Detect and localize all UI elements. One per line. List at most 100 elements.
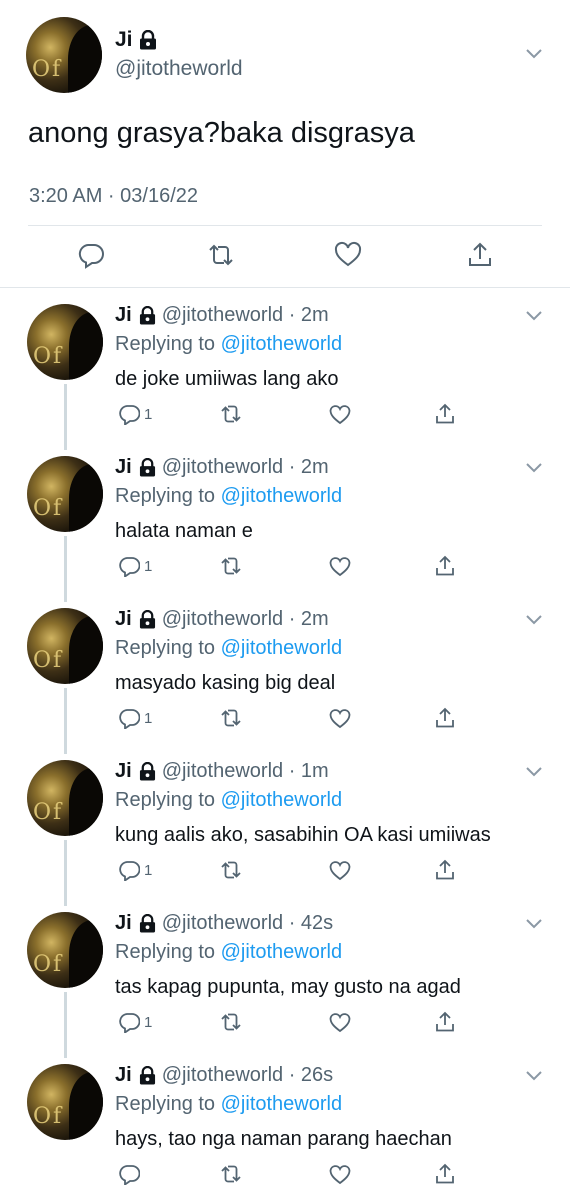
mention-link[interactable]: @jitotheworld [221,485,342,507]
retweet-action[interactable] [220,1162,242,1186]
like-action[interactable] [329,858,351,882]
avatar[interactable]: Of [26,17,102,93]
share-icon[interactable] [434,555,456,577]
mention-link[interactable]: @jitotheworld [221,789,342,811]
like-icon[interactable] [329,707,351,729]
reply-action[interactable] [118,1162,144,1186]
avatar[interactable]: Of [27,608,103,684]
reply-header: Ji @jitotheworld · 2m [115,608,329,631]
share-action[interactable] [434,1010,456,1034]
retweet-icon[interactable] [220,403,242,425]
share-icon[interactable] [434,859,456,881]
like-icon[interactable] [329,859,351,881]
reply-tweet[interactable]: Of Ji @jitotheworld · 2m Replying to @ji… [0,596,570,754]
author-name[interactable]: Ji [115,1064,132,1087]
reply-tweet[interactable]: Of Ji @jitotheworld · 42s Replying to @j… [0,900,570,1058]
reply-tweet[interactable]: Of Ji @jitotheworld · 26s Replying to @j… [0,1052,570,1200]
chevron-down-icon[interactable] [525,918,543,930]
lock-icon [139,1066,155,1085]
like-icon[interactable] [329,1011,351,1033]
replying-to-label: Replying to [115,789,216,811]
like-action[interactable] [329,402,351,426]
avatar[interactable]: Of [27,456,103,532]
author-handle-time[interactable]: @jitotheworld · 2m [162,608,329,631]
chevron-down-icon[interactable] [525,462,543,474]
like-icon[interactable] [329,555,351,577]
like-icon[interactable] [329,403,351,425]
like-action[interactable] [329,554,351,578]
reply-action[interactable]: 1 [118,706,152,730]
share-action[interactable] [434,1162,456,1186]
retweet-action[interactable] [220,554,242,578]
author-name[interactable]: Ji [115,456,132,479]
chevron-down-icon[interactable] [525,310,543,322]
retweet-icon[interactable] [220,1163,242,1185]
like-icon[interactable] [329,1163,351,1185]
author-handle-time[interactable]: @jitotheworld · 42s [162,912,333,935]
reply-icon[interactable] [118,403,140,425]
share-action[interactable] [434,706,456,730]
share-action[interactable] [434,402,456,426]
reply-icon[interactable] [118,707,140,729]
reply-icon[interactable] [118,555,140,577]
retweet-action[interactable] [220,858,242,882]
author-handle-time[interactable]: @jitotheworld · 26s [162,1064,333,1087]
avatar[interactable]: Of [27,760,103,836]
share-action[interactable] [434,554,456,578]
chevron-down-icon[interactable] [525,1070,543,1082]
reply-icon[interactable] [118,1163,140,1185]
reply-icon[interactable] [118,1011,140,1033]
author-name[interactable]: Ji [115,28,133,52]
reply-tweet[interactable]: Of Ji @jitotheworld · 2m Replying to @ji… [0,292,570,450]
avatar[interactable]: Of [27,304,103,380]
share-icon[interactable] [434,1011,456,1033]
author-handle-time[interactable]: @jitotheworld · 2m [162,456,329,479]
author-name-row[interactable]: Ji [115,28,157,52]
thread-line [64,840,67,906]
retweet-action[interactable] [220,706,242,730]
chevron-down-icon[interactable] [525,48,543,60]
chevron-down-icon[interactable] [525,766,543,778]
retweet-action[interactable] [220,402,242,426]
retweet-action[interactable] [220,1010,242,1034]
avatar[interactable]: Of [27,1064,103,1140]
retweet-icon[interactable] [220,555,242,577]
author-handle-time[interactable]: @jitotheworld · 2m [162,304,329,327]
reply-action[interactable]: 1 [118,554,152,578]
author-name[interactable]: Ji [115,912,132,935]
author-handle-time[interactable]: @jitotheworld · 1m [162,760,329,783]
share-action[interactable] [434,858,456,882]
reply-tweet[interactable]: Of Ji @jitotheworld · 2m Replying to @ji… [0,444,570,602]
mention-link[interactable]: @jitotheworld [221,333,342,355]
author-name[interactable]: Ji [115,608,132,631]
like-action[interactable] [329,1010,351,1034]
mention-link[interactable]: @jitotheworld [221,941,342,963]
avatar-letters: Of [33,952,64,977]
like-icon[interactable] [334,241,362,269]
author-name[interactable]: Ji [115,304,132,327]
retweet-icon[interactable] [220,859,242,881]
share-icon[interactable] [466,241,494,269]
reply-icon[interactable] [118,859,140,881]
share-icon[interactable] [434,707,456,729]
avatar[interactable]: Of [27,912,103,988]
mention-link[interactable]: @jitotheworld [221,637,342,659]
retweet-icon[interactable] [220,707,242,729]
chevron-down-icon[interactable] [525,614,543,626]
retweet-icon[interactable] [220,1011,242,1033]
like-action[interactable] [329,706,351,730]
reply-action[interactable]: 1 [118,402,152,426]
author-name[interactable]: Ji [115,760,132,783]
like-action[interactable] [329,1162,351,1186]
tweet-timestamp[interactable]: 3:20 AM · 03/16/22 [29,185,198,208]
mention-link[interactable]: @jitotheworld [221,1093,342,1115]
share-icon[interactable] [434,403,456,425]
author-handle[interactable]: @jitotheworld [115,57,243,81]
reply-text: halata naman e [115,520,253,542]
reply-action[interactable]: 1 [118,858,152,882]
reply-icon[interactable] [77,241,105,269]
reply-action[interactable]: 1 [118,1010,152,1034]
reply-tweet[interactable]: Of Ji @jitotheworld · 1m Replying to @ji… [0,748,570,906]
retweet-icon[interactable] [207,241,235,269]
share-icon[interactable] [434,1163,456,1185]
